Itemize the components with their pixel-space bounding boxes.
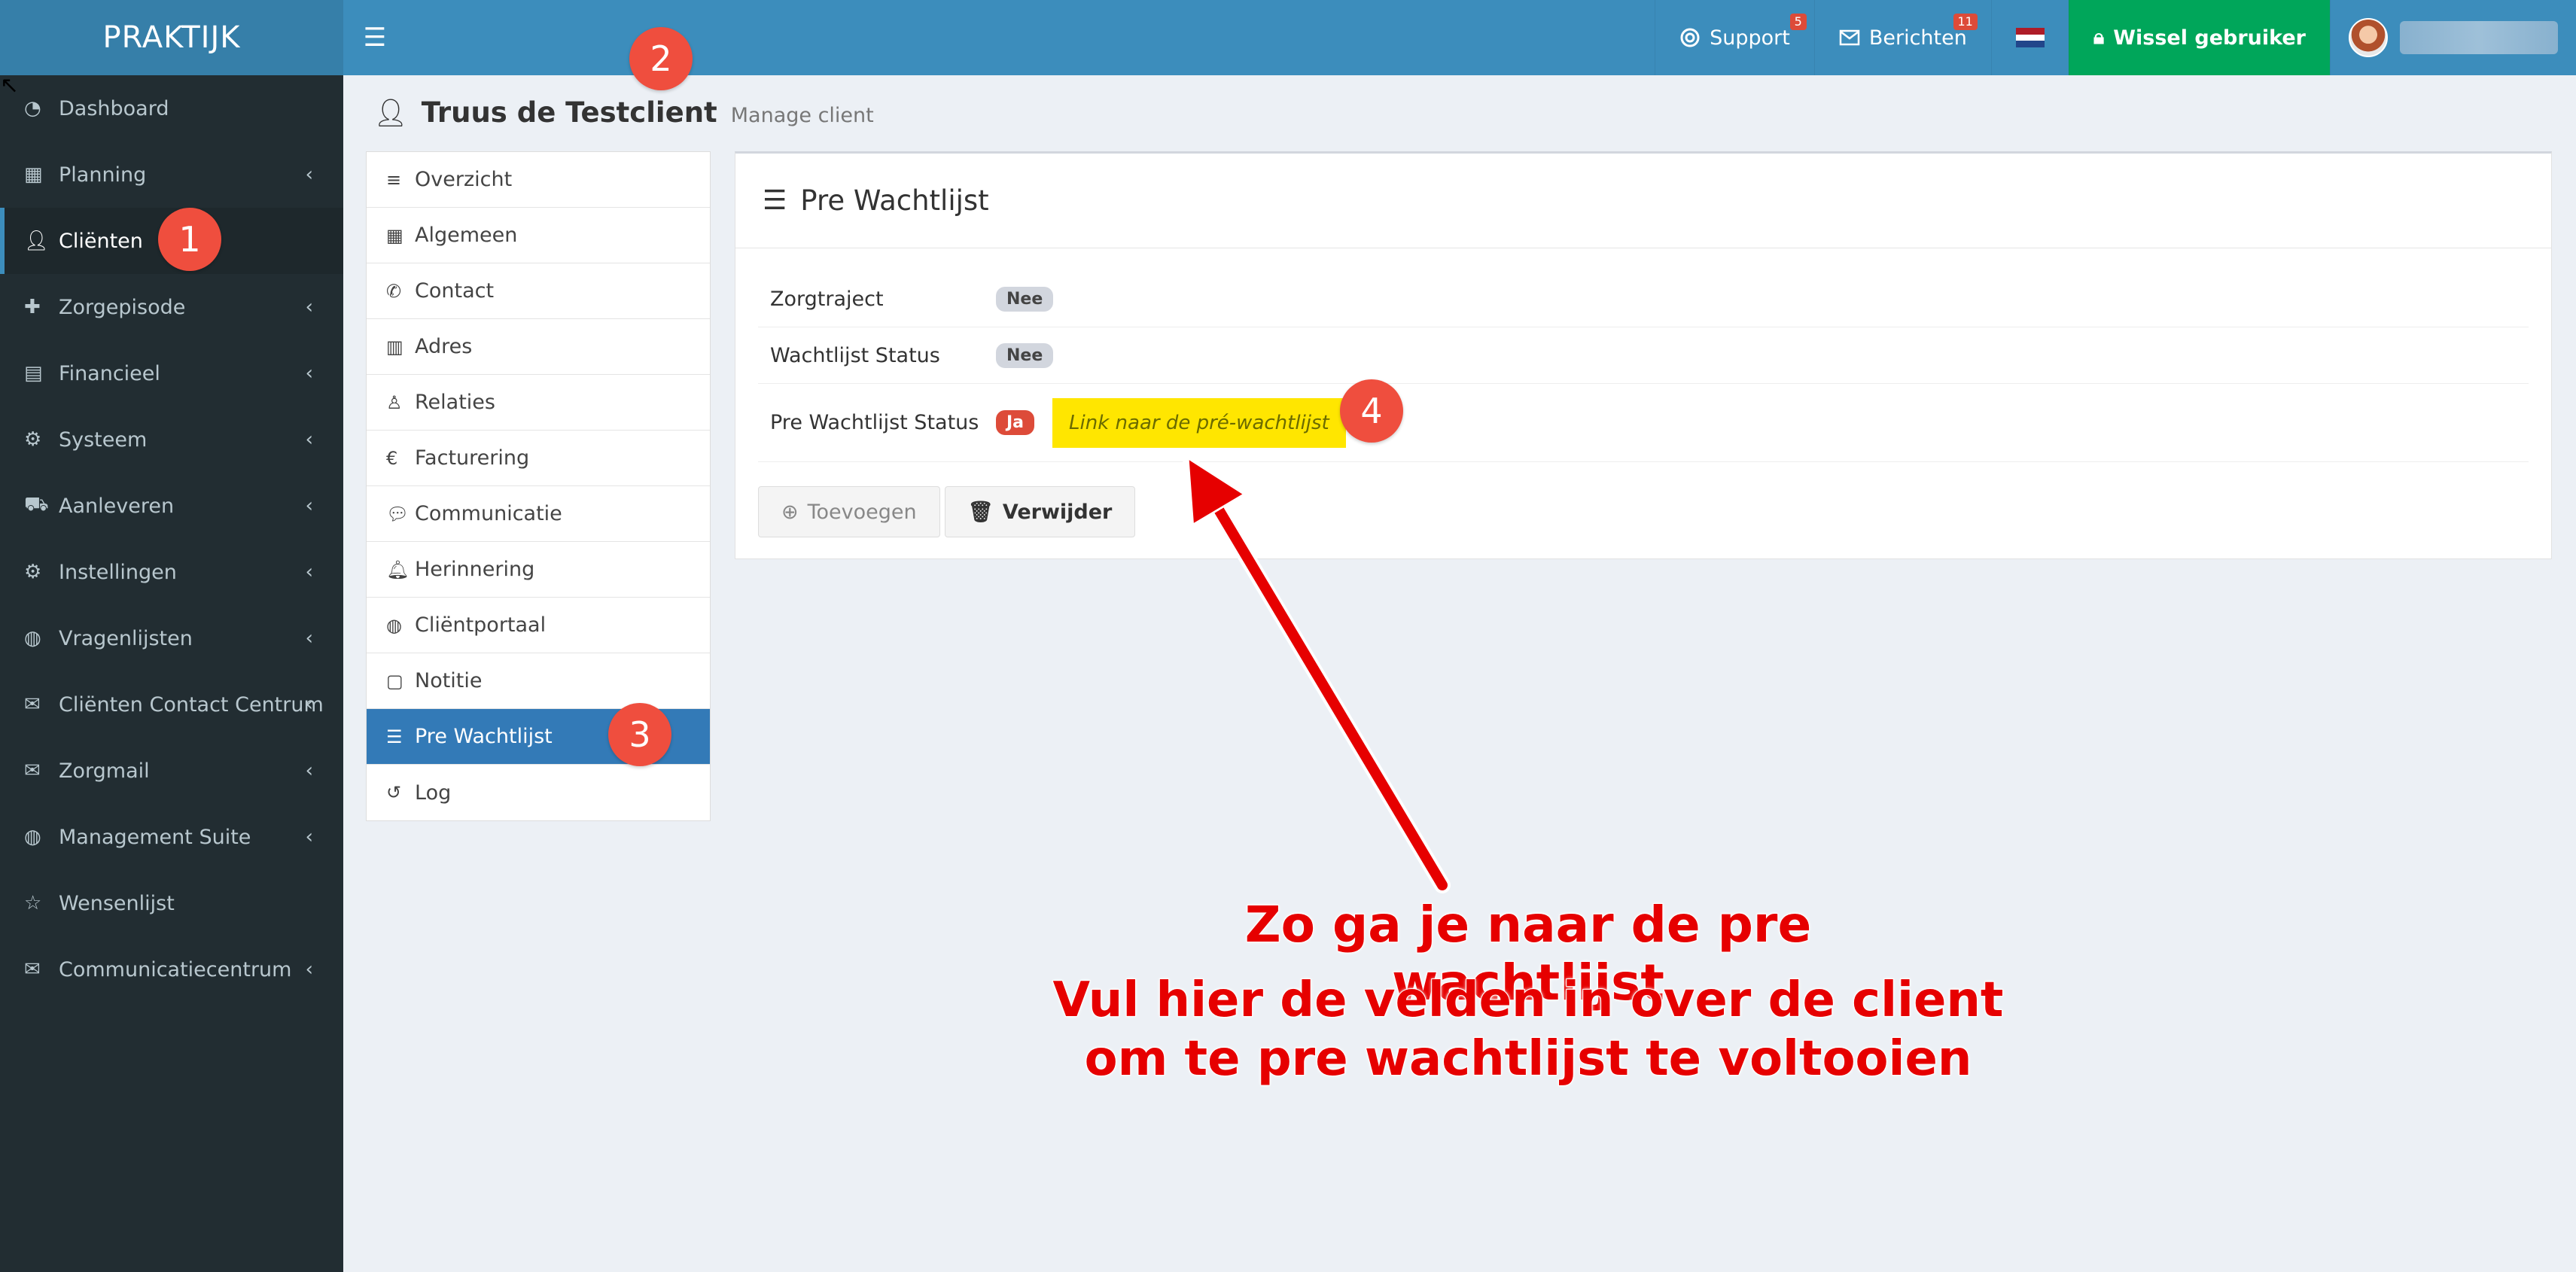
- annotation-text-line-3: om te pre wachtlijst te voltooien: [1084, 1030, 1973, 1088]
- annotation-text-line-2: Vul hier de velden in over de client: [1052, 972, 2005, 1029]
- annotation-text-2: Vul hier de velden in over de client om …: [1039, 971, 2017, 1088]
